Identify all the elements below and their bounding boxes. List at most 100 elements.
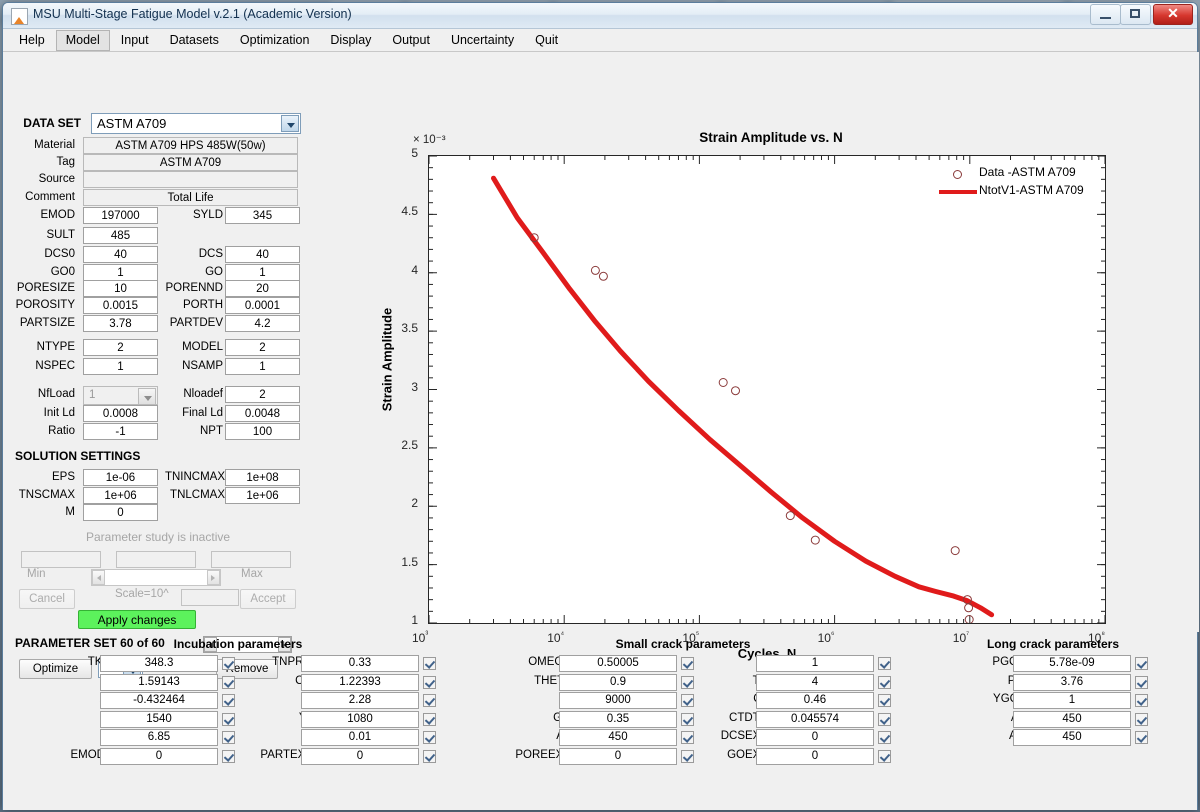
param-checkbox-ctdth[interactable] [878, 713, 891, 726]
field-nspec[interactable]: 1 [83, 358, 158, 375]
param-checkbox-ygcf[interactable] [1135, 694, 1148, 707]
field-dcs0[interactable]: 40 [83, 246, 158, 263]
dataset-select[interactable]: ASTM A709 [91, 113, 301, 134]
field-partsize[interactable]: 3.78 [83, 315, 158, 332]
param-field-gg[interactable]: 0.35 [559, 711, 677, 728]
menu-item-input[interactable]: Input [111, 30, 159, 51]
field-porosity[interactable]: 0.0015 [83, 297, 158, 314]
param-checkbox-cm[interactable] [423, 676, 436, 689]
param-checkbox-goexp[interactable] [878, 750, 891, 763]
param-checkbox-pm[interactable] [1135, 676, 1148, 689]
field-tnscmax[interactable]: 1e+06 [83, 487, 158, 504]
field-final-ld[interactable]: 0.0048 [225, 405, 300, 422]
parameter-study-field-2[interactable] [116, 551, 196, 568]
param-checkbox-q[interactable] [423, 694, 436, 707]
param-field-tn[interactable]: 4 [756, 674, 874, 691]
param-field-ygcf[interactable]: 1 [1013, 692, 1131, 709]
param-checkbox-a0[interactable] [1135, 713, 1148, 726]
field-ratio[interactable]: -1 [83, 423, 158, 440]
apply-changes-button[interactable]: Apply changes [78, 610, 196, 629]
menu-item-display[interactable]: Display [320, 30, 381, 51]
param-field-ci[interactable]: 9000 [559, 692, 677, 709]
param-field-r[interactable]: 0.01 [301, 729, 419, 746]
field-emod[interactable]: 197000 [83, 207, 158, 224]
parameter-study-slider[interactable] [91, 569, 221, 586]
param-field-ctdth[interactable]: 0.045574 [756, 711, 874, 728]
param-field-emodexp[interactable]: 0 [100, 748, 218, 765]
param-field-y1[interactable]: 1540 [100, 711, 218, 728]
field-m[interactable]: 0 [83, 504, 158, 521]
param-field-goexp[interactable]: 0 [756, 748, 874, 765]
field-poresize[interactable]: 10 [83, 280, 158, 297]
chevron-down-icon[interactable] [281, 115, 299, 132]
field-init-ld[interactable]: 0.0008 [83, 405, 158, 422]
param-checkbox-tnprm[interactable] [423, 657, 436, 670]
param-field-tnprm[interactable]: 0.33 [301, 655, 419, 672]
param-checkbox-dcsexp[interactable] [878, 731, 891, 744]
param-checkbox-partexp[interactable] [423, 750, 436, 763]
field-sult[interactable]: 485 [83, 227, 158, 244]
chevron-down-icon[interactable] [138, 388, 156, 405]
param-field-cii[interactable]: 0.46 [756, 692, 874, 709]
param-field-psi[interactable]: 6.85 [100, 729, 218, 746]
menu-item-model[interactable]: Model [56, 30, 110, 51]
field-tag[interactable]: ASTM A709 [83, 154, 298, 171]
param-field-dcsexp[interactable]: 0 [756, 729, 874, 746]
menu-item-uncertainty[interactable]: Uncertainty [441, 30, 524, 51]
field-tnincmax[interactable]: 1e+08 [225, 469, 300, 486]
param-field-cm[interactable]: 1.22393 [301, 674, 419, 691]
field-comment[interactable]: Total Life [83, 189, 298, 206]
field-dcs[interactable]: 40 [225, 246, 300, 263]
slider-left-arrow-icon[interactable] [92, 570, 105, 585]
slider-right-arrow-icon[interactable] [207, 570, 220, 585]
param-checkbox-y2[interactable] [423, 713, 436, 726]
param-field-theta[interactable]: 0.9 [559, 674, 677, 691]
field-go[interactable]: 1 [225, 264, 300, 281]
minimize-button[interactable] [1090, 4, 1121, 25]
field-model[interactable]: 2 [225, 339, 300, 356]
menu-item-output[interactable]: Output [382, 30, 440, 51]
field-syld[interactable]: 345 [225, 207, 300, 224]
field-nloadef[interactable]: 2 [225, 386, 300, 403]
param-field-pm[interactable]: 3.76 [1013, 674, 1131, 691]
close-button[interactable]: ✕ [1153, 4, 1193, 25]
param-field-pgca[interactable]: 5.78e-09 [1013, 655, 1131, 672]
field-tnlcmax[interactable]: 1e+06 [225, 487, 300, 504]
field-ntype[interactable]: 2 [83, 339, 158, 356]
field-nsamp[interactable]: 1 [225, 358, 300, 375]
field-npt[interactable]: 100 [225, 423, 300, 440]
param-field-alfa[interactable]: -0.432464 [100, 692, 218, 709]
param-field-ac[interactable]: 450 [1013, 729, 1131, 746]
param-field-omega[interactable]: 0.50005 [559, 655, 677, 672]
menu-item-datasets[interactable]: Datasets [160, 30, 229, 51]
menu-item-quit[interactable]: Quit [525, 30, 568, 51]
param-field-poreexp[interactable]: 0 [559, 748, 677, 765]
param-field-tkprm[interactable]: 348.3 [100, 655, 218, 672]
param-field-y2[interactable]: 1080 [301, 711, 419, 728]
param-field-ai[interactable]: 1 [756, 655, 874, 672]
nfload-select[interactable]: 1 [83, 386, 158, 405]
param-field-cnc[interactable]: 1.59143 [100, 674, 218, 691]
field-porth[interactable]: 0.0001 [225, 297, 300, 314]
param-checkbox-ai[interactable] [878, 657, 891, 670]
field-porennd[interactable]: 20 [225, 280, 300, 297]
field-source[interactable] [83, 171, 298, 188]
param-checkbox-ac[interactable] [1135, 731, 1148, 744]
param-field-af[interactable]: 450 [559, 729, 677, 746]
parameter-study-field-3[interactable] [211, 551, 291, 568]
param-field-q[interactable]: 2.28 [301, 692, 419, 709]
param-checkbox-tn[interactable] [878, 676, 891, 689]
menu-item-optimization[interactable]: Optimization [230, 30, 319, 51]
param-checkbox-pgca[interactable] [1135, 657, 1148, 670]
accept-button[interactable]: Accept [240, 589, 296, 609]
field-go0[interactable]: 1 [83, 264, 158, 281]
param-checkbox-r[interactable] [423, 731, 436, 744]
field-material[interactable]: ASTM A709 HPS 485W(50w) [83, 137, 298, 154]
parameter-study-field-1[interactable] [21, 551, 101, 568]
param-checkbox-cii[interactable] [878, 694, 891, 707]
scale-field[interactable] [181, 589, 239, 606]
param-field-a0[interactable]: 450 [1013, 711, 1131, 728]
field-eps[interactable]: 1e-06 [83, 469, 158, 486]
menu-item-help[interactable]: Help [9, 30, 55, 51]
param-field-partexp[interactable]: 0 [301, 748, 419, 765]
